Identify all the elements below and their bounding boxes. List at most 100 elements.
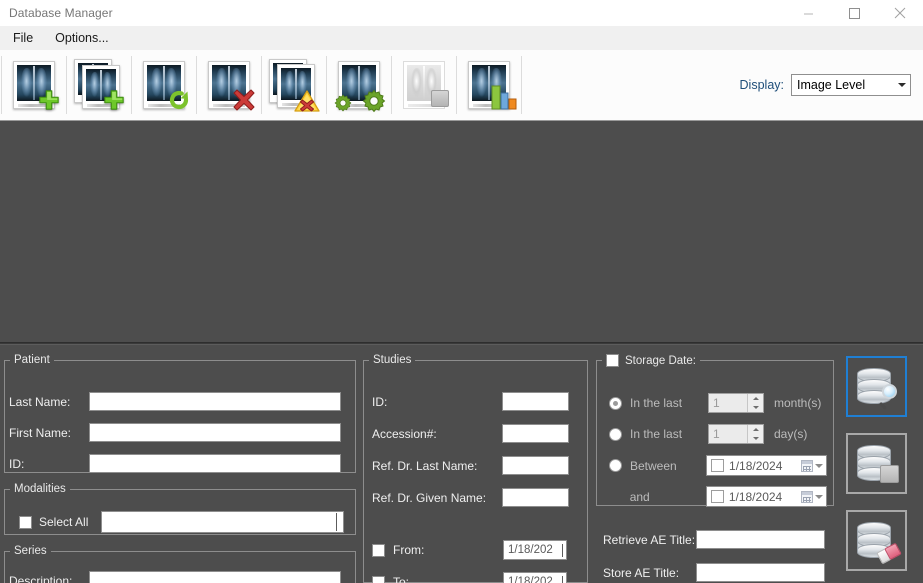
toolbar-separator <box>196 56 197 114</box>
spinner-down-icon[interactable] <box>748 434 763 443</box>
storage-date-group: Storage Date: In the last 1 month(s) In … <box>596 354 834 507</box>
spinner-buttons[interactable] <box>747 425 763 443</box>
database-actions <box>846 356 907 583</box>
refresh-arrow-icon <box>167 88 191 112</box>
patient-group: Patient Last Name: First Name: ID: <box>4 354 356 473</box>
study-date-to-picker[interactable]: 1/18/202 <box>503 572 567 583</box>
storage-last-months-radio[interactable] <box>609 396 622 410</box>
display-level-select[interactable]: Image Level <box>791 74 911 96</box>
toolbar-separator <box>66 56 67 114</box>
add-image-button[interactable] <box>3 53 65 117</box>
query-form: Patient Last Name: First Name: ID: Modal… <box>0 346 923 583</box>
menu-options[interactable]: Options... <box>46 28 118 48</box>
storage-days-unit-label: day(s) <box>774 427 808 441</box>
xray-plus-icon <box>9 59 59 111</box>
xray-delete-icon <box>204 59 255 111</box>
storage-between-radio[interactable] <box>609 459 622 472</box>
storage-between-to-checkbox[interactable] <box>710 490 724 503</box>
delete-images-button[interactable] <box>263 53 325 117</box>
toolbar-separator <box>1 56 2 114</box>
study-ref-dr-last-name-label: Ref. Dr. Last Name: <box>372 458 478 473</box>
database-search-icon <box>855 366 899 410</box>
spinner-down-icon[interactable] <box>748 403 763 412</box>
menu-file[interactable]: File <box>4 28 42 48</box>
storage-last-days-radio[interactable] <box>609 427 622 441</box>
database-manager-window: Database Manager File Options... Display… <box>0 0 923 583</box>
study-date-to-checkbox[interactable] <box>372 575 385 583</box>
patient-last-name-row: Last Name: <box>9 392 349 411</box>
add-images-button[interactable] <box>68 53 130 117</box>
database-details-button[interactable] <box>846 433 907 494</box>
calendar-icon <box>801 490 813 503</box>
patient-id-input[interactable] <box>89 454 341 473</box>
storage-days-spinner[interactable]: 1 <box>708 424 764 444</box>
panel-divider <box>0 343 923 345</box>
storage-between-from-checkbox[interactable] <box>711 459 725 472</box>
store-ae-title-label: Store AE Title: <box>603 565 680 580</box>
bar-chart-badge-icon <box>491 82 517 110</box>
series-description-input[interactable] <box>89 571 341 583</box>
image-statistics-button[interactable] <box>458 53 520 117</box>
storage-between-label: Between <box>630 458 677 473</box>
study-date-from-label: From: <box>393 543 425 557</box>
storage-days-value: 1 <box>709 425 747 443</box>
storage-and-row: and 1/18/2024 <box>609 486 827 507</box>
display-level-value: Image Level <box>797 78 866 92</box>
study-ref-dr-given-name-input[interactable] <box>502 488 569 507</box>
storage-date-legend: Storage Date: <box>625 354 696 367</box>
storage-between-to-picker[interactable]: 1/18/2024 <box>705 486 827 507</box>
modalities-group-legend: Modalities <box>14 483 66 495</box>
storage-last-months-label: In the last <box>630 396 683 410</box>
chevron-down-icon <box>815 494 823 499</box>
refresh-image-button[interactable] <box>133 53 195 117</box>
study-accession-label: Accession#: <box>372 426 437 441</box>
study-accession-row: Accession#: <box>372 424 580 443</box>
modalities-select-all-checkbox[interactable] <box>19 515 32 529</box>
gear-small-icon <box>334 94 352 112</box>
spinner-up-icon[interactable] <box>748 394 763 403</box>
series-group-legend: Series <box>14 545 47 557</box>
study-accession-input[interactable] <box>502 424 569 443</box>
study-id-input[interactable] <box>502 392 569 411</box>
study-date-to-value: 1/18/202 <box>508 576 553 583</box>
patient-first-name-row: First Name: <box>9 423 349 442</box>
study-ref-dr-last-name-input[interactable] <box>502 456 569 475</box>
study-id-label: ID: <box>372 394 388 409</box>
plus-badge-icon <box>38 89 60 111</box>
patient-last-name-input[interactable] <box>89 392 341 411</box>
storage-between-from-picker[interactable]: 1/18/2024 <box>706 455 827 476</box>
close-icon[interactable] <box>877 0 923 26</box>
maximize-icon[interactable] <box>831 0 877 26</box>
gray-square-badge-icon <box>431 90 449 107</box>
modalities-select[interactable] <box>101 511 344 533</box>
database-card-icon <box>855 443 899 485</box>
display-label: Display: <box>739 78 784 92</box>
toolbar-separator <box>131 56 132 114</box>
xray-stack-warning-icon <box>269 59 320 112</box>
storage-months-spinner[interactable]: 1 <box>708 393 764 413</box>
image-options-button[interactable] <box>328 53 390 117</box>
modalities-row: Select All <box>19 511 349 533</box>
calendar-icon <box>801 459 813 472</box>
image-viewer-area[interactable] <box>0 122 923 343</box>
storage-between-from-value: 1/18/2024 <box>729 458 783 473</box>
spinner-buttons[interactable] <box>747 394 763 412</box>
patient-first-name-input[interactable] <box>89 423 341 442</box>
storage-and-label: and <box>629 489 650 504</box>
store-ae-title-row: Store AE Title: <box>603 563 833 582</box>
image-preview-button[interactable] <box>393 53 455 117</box>
query-database-button[interactable] <box>846 356 907 417</box>
clear-database-button[interactable] <box>846 510 907 571</box>
storage-date-enable-checkbox[interactable] <box>606 354 619 367</box>
chevron-down-icon <box>893 75 910 95</box>
calendar-dropdown[interactable] <box>801 459 824 472</box>
store-ae-title-input[interactable] <box>696 563 825 582</box>
study-date-from-picker[interactable]: 1/18/202 <box>503 540 567 560</box>
delete-image-button[interactable] <box>198 53 260 117</box>
minimize-icon[interactable] <box>785 0 831 26</box>
patient-group-legend: Patient <box>14 354 50 366</box>
retrieve-ae-title-input[interactable] <box>696 530 825 549</box>
calendar-dropdown[interactable] <box>801 490 824 503</box>
spinner-up-icon[interactable] <box>748 425 763 434</box>
study-date-from-checkbox[interactable] <box>372 543 385 557</box>
